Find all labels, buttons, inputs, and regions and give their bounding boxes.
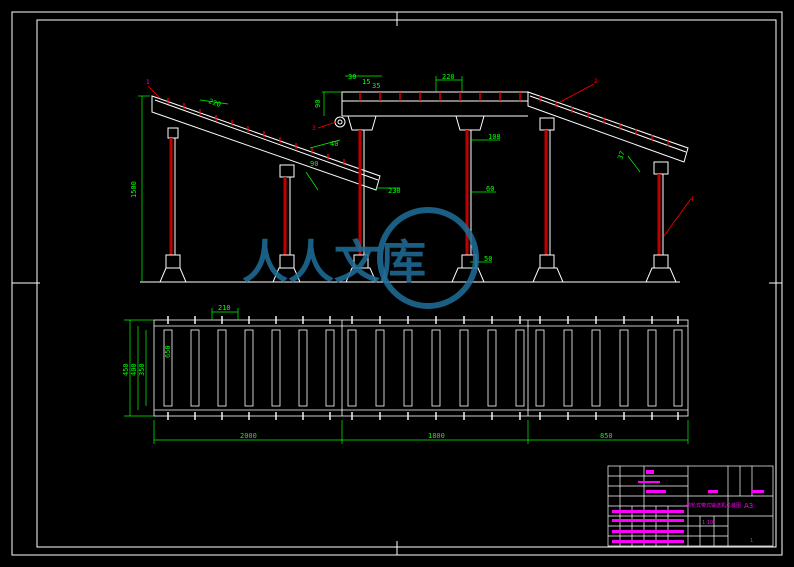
balloon-1: 1 [146,79,150,86]
dim-top-small-c: 35 [372,82,380,90]
dim-top-center-span: 220 [442,73,455,81]
title-block-scale: 1:10 [702,520,713,526]
dim-top-small-b: 15 [362,78,370,86]
dim-left-height: 1500 [130,181,138,198]
balloon-3: 3 [312,125,316,132]
title-block-sheet-size: A3 [744,502,753,510]
dim-plan-pitch: 210 [218,304,231,312]
dim-left-small-a: 40 [330,140,338,148]
cad-drawing: 220 1500 220 30 15 35 90 108 60 50 40 90… [11,11,783,556]
dim-top-height: 90 [314,100,322,108]
dim-plan-width-a: 450 [122,363,130,376]
dim-plan-len-left: 2000 [240,432,257,440]
dim-plan-len-right: 850 [600,432,613,440]
balloon-2: 2 [594,78,598,85]
dim-plan-width-c: 350 [138,363,146,376]
watermark-text: 人人文库 [242,235,426,289]
dim-right-small: 37 [616,150,626,161]
dim-plan-width-b: 400 [130,363,138,376]
title-block-drawing-name: 滚轮式带式输送机总装图 [686,502,741,509]
dim-center-small-c: 50 [484,255,492,263]
dim-left-small-c: 230 [388,187,401,195]
balloon-4: 4 [690,196,694,203]
dim-left-small-b: 90 [310,160,318,168]
dim-top-left-pitch: 220 [207,97,222,109]
plan-dimensions [124,308,689,444]
title-block-sheet-no: 1 [750,538,753,544]
dim-plan-len-mid: 1800 [428,432,445,440]
dim-top-small-a: 30 [348,73,356,81]
dim-plan-width-inner: 650 [164,345,172,358]
dim-center-small-a: 108 [488,133,501,141]
plan-view [153,319,689,417]
dim-center-small-b: 60 [486,185,494,193]
